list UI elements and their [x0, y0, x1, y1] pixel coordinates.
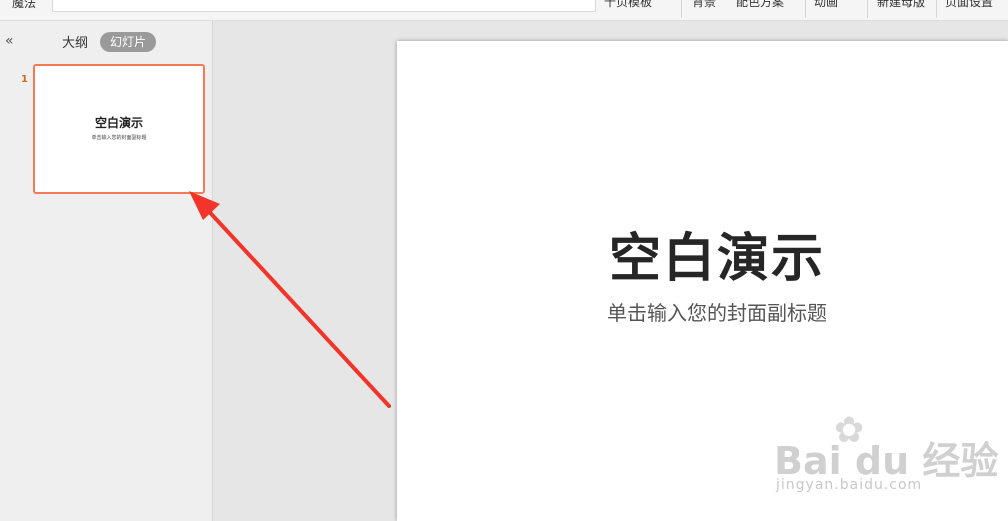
toolbar-left-label[interactable]: 魔法: [12, 0, 36, 11]
slide-thumbnail[interactable]: 空白演示 单击输入您的封面副标题: [33, 64, 205, 194]
slides-panel: « 大纲 幻灯片 1 空白演示 单击输入您的封面副标题: [0, 21, 213, 521]
slide-subtitle-placeholder[interactable]: 单击输入您的封面副标题: [397, 297, 1008, 326]
toolbar-item-color-scheme[interactable]: 配色方案: [736, 0, 784, 10]
thumbnail-subtitle: 单击输入您的封面副标题: [91, 135, 147, 141]
tab-outline[interactable]: 大纲: [62, 32, 88, 51]
toolbar-input[interactable]: [52, 0, 596, 12]
toolbar-item-animation[interactable]: 动画: [814, 0, 838, 10]
toolbar-divider: [681, 0, 682, 18]
tab-slides[interactable]: 幻灯片: [100, 32, 157, 52]
toolbar-divider: [936, 0, 937, 18]
toolbar-item-new-master[interactable]: 新建母版: [877, 0, 925, 10]
toolbar-item-background[interactable]: 背景: [692, 0, 716, 10]
toolbar-item-page-setup[interactable]: 页面设置: [945, 0, 993, 10]
toolbar-item-template[interactable]: 十页模板: [604, 0, 652, 10]
watermark-url: jingyan.baidu.com: [776, 477, 923, 493]
top-toolbar: 魔法 十页模板 背景 配色方案 动画 新建母版 页面设置: [0, 0, 1008, 21]
slide-title-placeholder[interactable]: 空白演示: [397, 216, 1008, 291]
toolbar-divider: [805, 0, 806, 18]
slide-number: 1: [21, 74, 28, 85]
toolbar-divider: [867, 0, 868, 18]
double-chevron-left-icon[interactable]: «: [5, 33, 14, 49]
thumbnail-title: 空白演示: [94, 116, 143, 130]
